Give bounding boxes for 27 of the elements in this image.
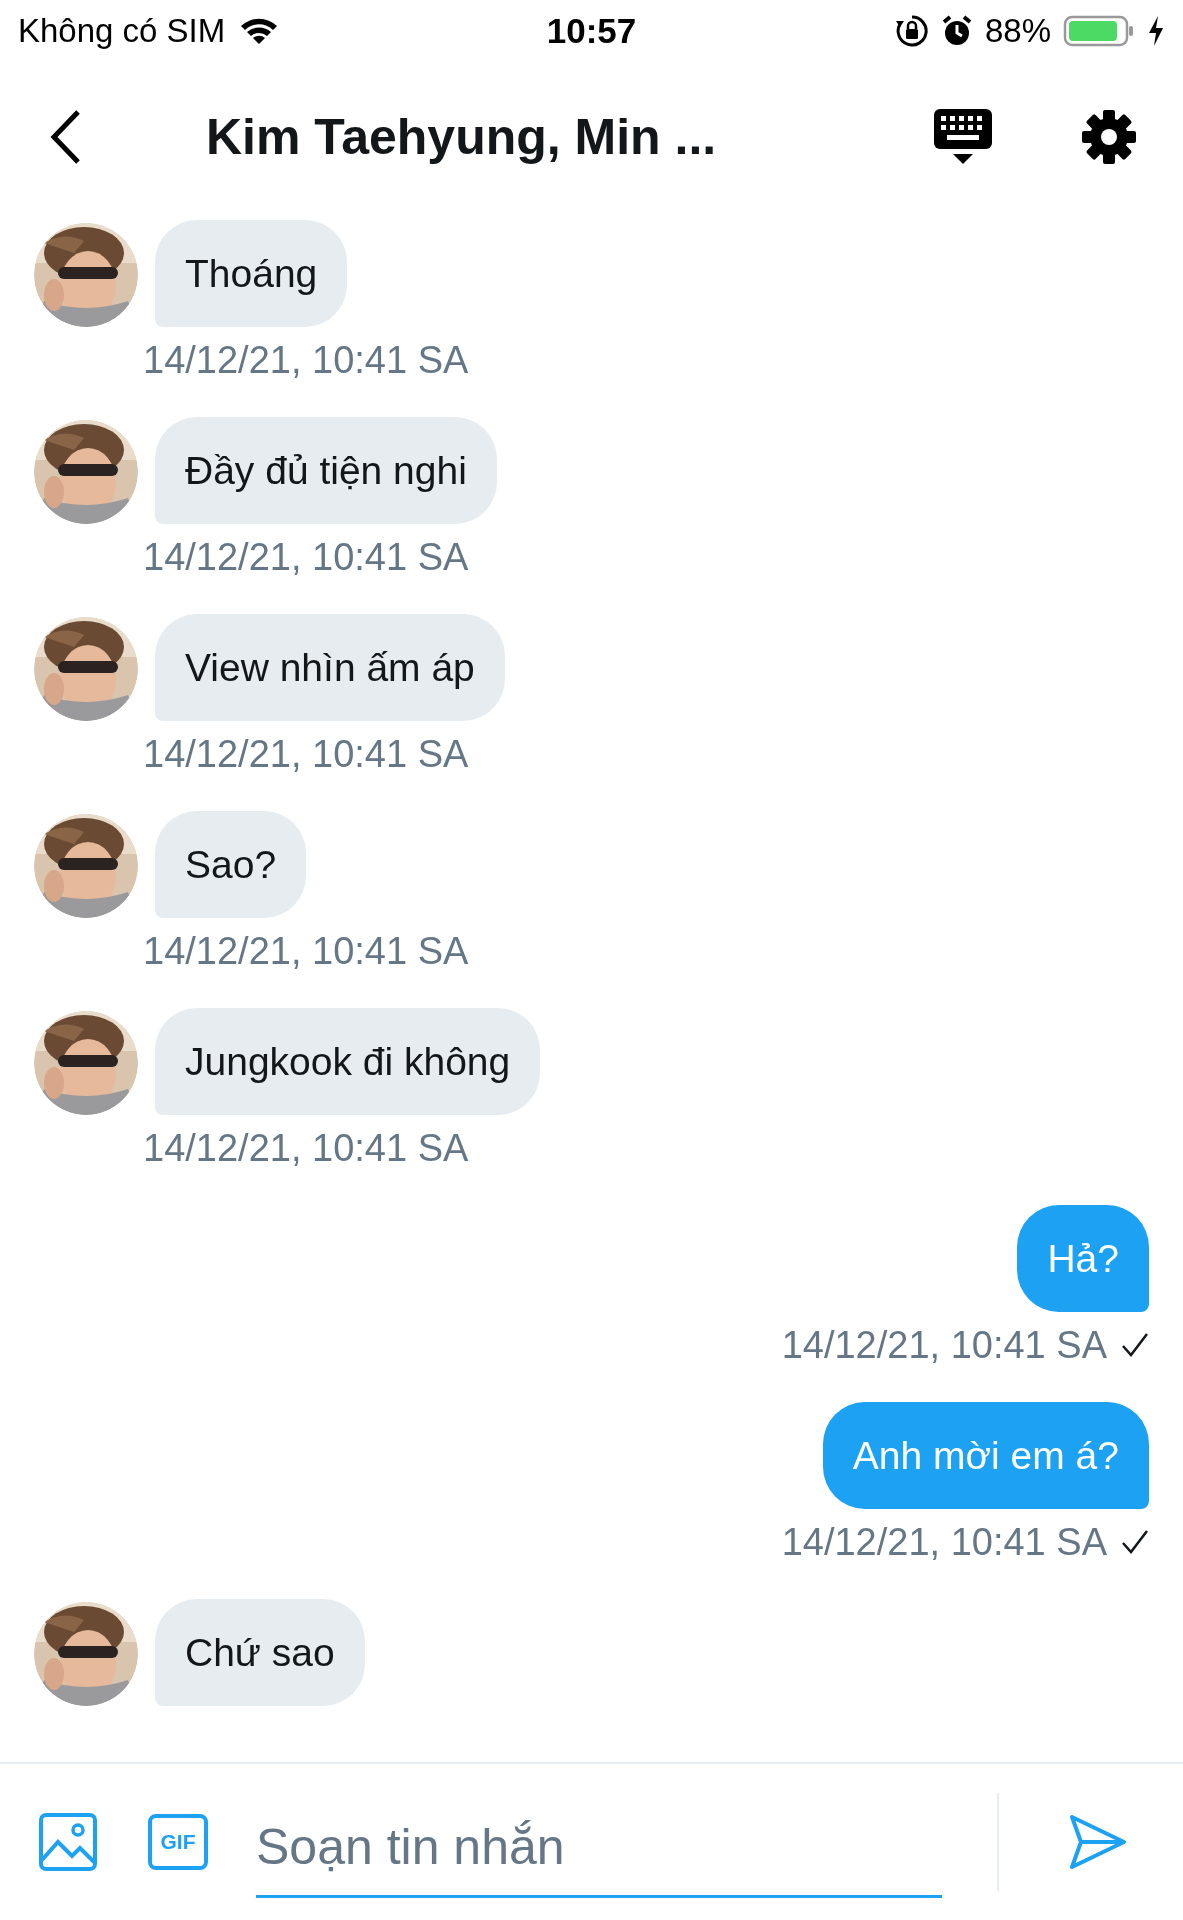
message-timestamp: 14/12/21, 10:41 SA (143, 732, 469, 776)
message-bubble: Hả? (1017, 1205, 1149, 1312)
message-timestamp: 14/12/21, 10:41 SA (781, 1323, 1107, 1367)
image-icon[interactable] (38, 1812, 98, 1872)
message-bubble: Chứ sao (155, 1599, 365, 1706)
message-timestamp: 14/12/21, 10:41 SA (143, 1126, 469, 1170)
message-timestamp: 14/12/21, 10:41 SA (143, 338, 469, 382)
message-bubble: View nhìn ấm áp (155, 614, 505, 721)
message-timestamp: 14/12/21, 10:41 SA (781, 1520, 1107, 1564)
message-bubble: Jungkook đi không (155, 1008, 541, 1115)
battery-icon (1063, 15, 1135, 47)
clock-time: 10:57 (546, 11, 637, 51)
send-icon[interactable] (1069, 1814, 1127, 1870)
gif-button[interactable]: GIF (148, 1814, 208, 1870)
rotation-lock-icon (894, 14, 929, 48)
message-bubble: Thoáng (155, 220, 348, 327)
carrier-label: Không có SIM (18, 12, 226, 50)
battery-percent: 88% (984, 12, 1051, 50)
message-bubble: Sao? (155, 811, 307, 918)
conversation-title: Kim Taehyung, Min ... (206, 108, 718, 166)
message-bubble: Anh mời em á? (822, 1402, 1149, 1509)
message-timestamp: 14/12/21, 10:41 SA (143, 929, 469, 973)
message-timestamp: 14/12/21, 10:41 SA (143, 535, 469, 579)
message-bubble: Đầy đủ tiện nghi (155, 417, 497, 524)
wifi-icon (239, 16, 280, 46)
charging-icon (1147, 15, 1165, 47)
alarm-icon (940, 14, 973, 48)
